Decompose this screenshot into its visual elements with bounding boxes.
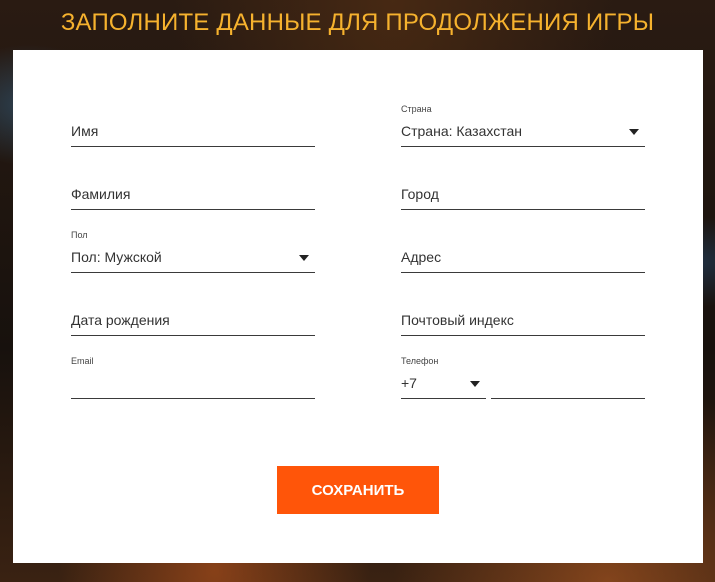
phone-code-value: +7 [401,375,417,391]
birth-date-field[interactable]: Дата рождения [71,296,315,336]
country-label: Страна [401,104,432,114]
save-button[interactable]: СОХРАНИТЬ [277,466,439,514]
first-name-placeholder: Имя [71,123,99,139]
last-name-field[interactable]: Фамилия [71,170,315,210]
address-field[interactable]: Адрес [401,233,645,273]
last-name-placeholder: Фамилия [71,186,131,202]
country-value: Страна: Казахстан [401,123,522,139]
address-underline [401,272,645,273]
address-placeholder: Адрес [401,249,442,265]
city-field[interactable]: Город [401,170,645,210]
phone-number-field[interactable] [491,359,645,399]
phone-group: Телефон +7 [401,356,645,399]
birth-date-placeholder: Дата рождения [71,312,170,328]
city-underline [401,209,645,210]
city-placeholder: Город [401,186,439,202]
chevron-down-icon [629,129,639,135]
registration-form: Имя Фамилия Пол Пол: Мужской Дата рожден… [13,50,703,563]
chevron-down-icon [299,255,309,261]
email-label: Email [71,356,94,366]
email-field[interactable]: Email [71,356,315,399]
country-select[interactable]: Страна Страна: Казахстан [401,104,645,147]
birth-date-underline [71,335,315,336]
postal-code-placeholder: Почтовый индекс [401,312,514,328]
last-name-underline [71,209,315,210]
gender-underline [71,272,315,273]
phone-code-select[interactable]: +7 [401,359,486,399]
gender-label: Пол [71,230,88,240]
first-name-field[interactable]: Имя [71,107,315,147]
phone-code-underline [401,398,486,399]
gender-select[interactable]: Пол Пол: Мужской [71,230,315,273]
page-title: ЗАПОЛНИТЕ ДАННЫЕ ДЛЯ ПРОДОЛЖЕНИЯ ИГРЫ [60,9,655,36]
gender-value: Пол: Мужской [71,249,162,265]
chevron-down-icon [470,381,480,387]
email-underline [71,398,315,399]
first-name-underline [71,146,315,147]
postal-code-field[interactable]: Почтовый индекс [401,296,645,336]
country-underline [401,146,645,147]
phone-number-underline [491,398,645,399]
postal-code-underline [401,335,645,336]
